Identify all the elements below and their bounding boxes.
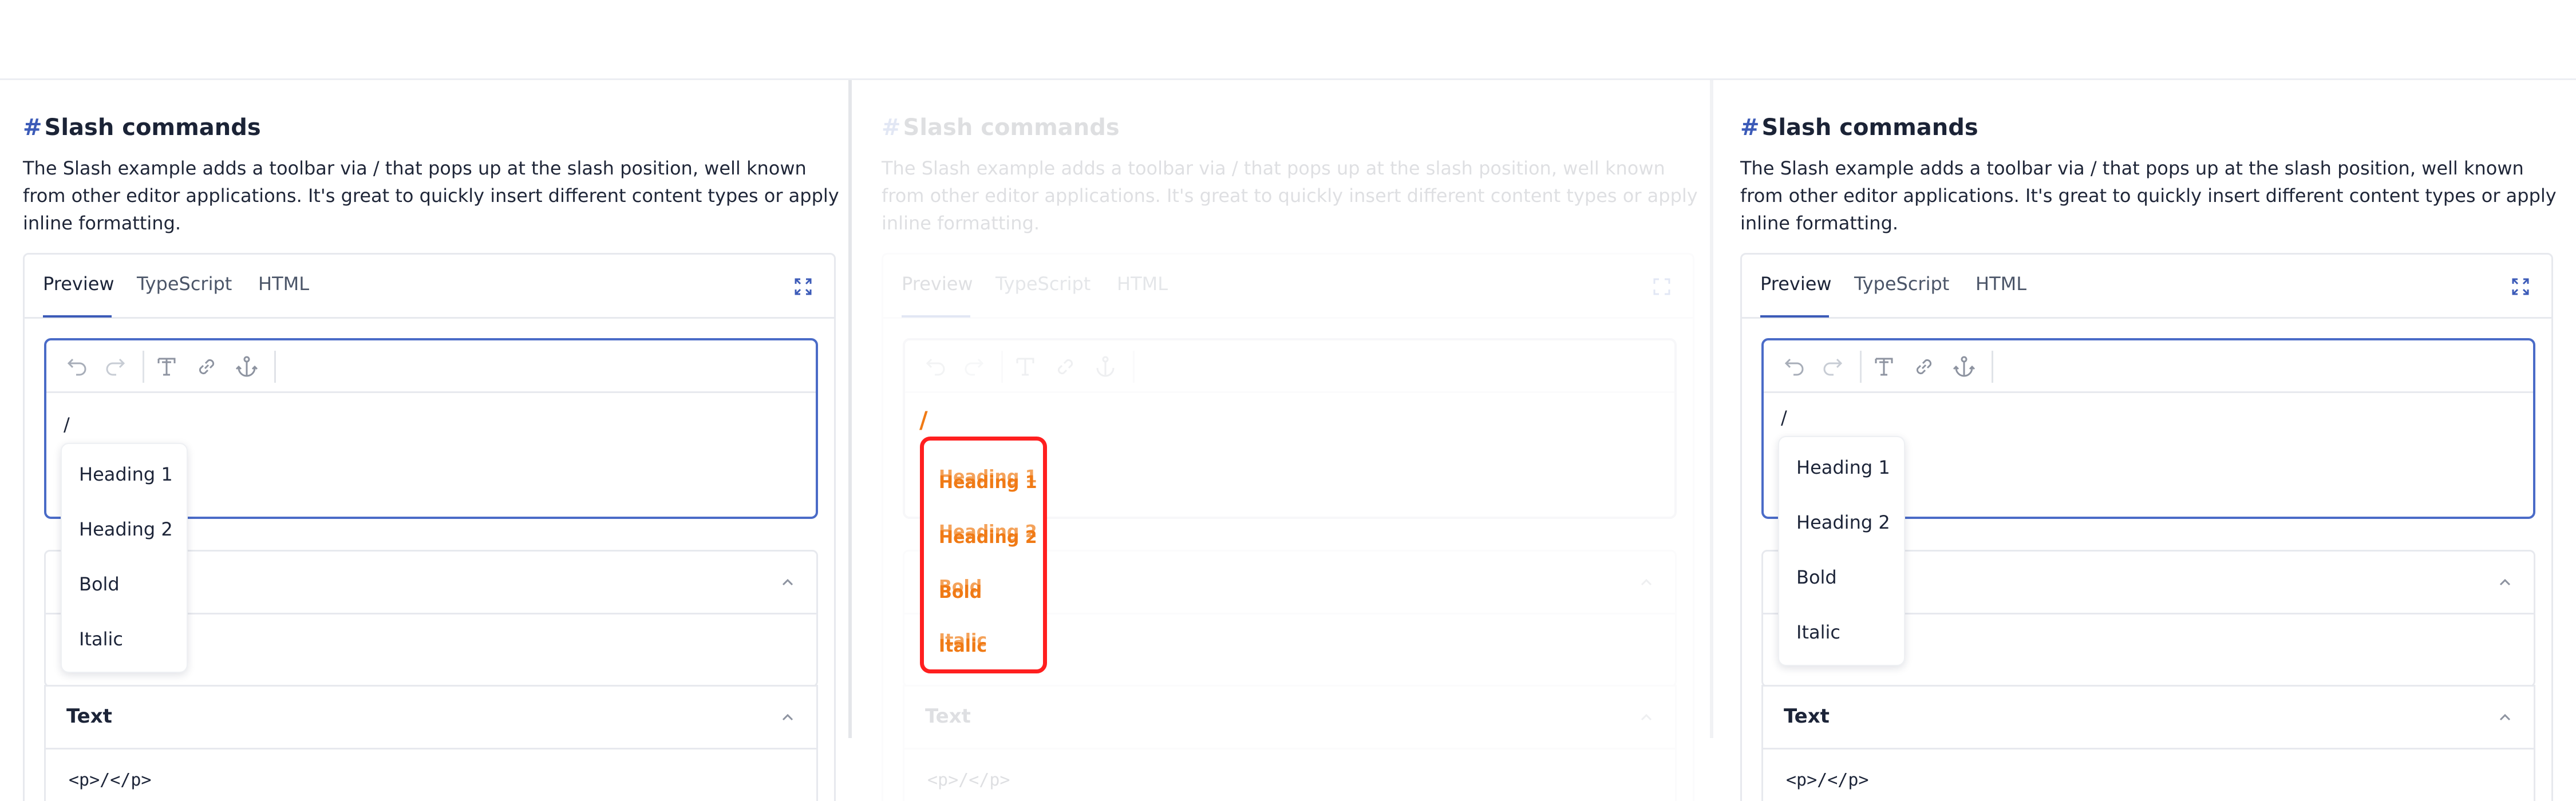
editor-content[interactable]: / xyxy=(64,414,70,435)
menu-item-heading-1[interactable]: Heading 1 xyxy=(1796,457,1890,478)
text-format-icon[interactable] xyxy=(1870,353,1898,380)
toolbar-separator xyxy=(1992,351,1993,383)
redo-icon[interactable] xyxy=(961,353,989,380)
tab-typescript[interactable]: TypeScript xyxy=(1854,273,1949,295)
text-section: Text <p>/</p> xyxy=(1761,685,2535,801)
expand-icon[interactable] xyxy=(1653,277,1671,296)
tab-bar: Preview TypeScript HTML xyxy=(25,255,834,319)
toolbar-separator xyxy=(1133,351,1135,383)
tab-html[interactable]: HTML xyxy=(1976,273,2026,295)
heading-text: Slash commands xyxy=(44,114,261,141)
diff-menu-item-heading-1: Heading 1 xyxy=(939,473,1037,493)
editor-toolbar xyxy=(46,340,816,393)
heading-hash: # xyxy=(1740,114,1760,141)
panel-left: # Slash commands The Slash example adds a… xyxy=(0,80,859,801)
menu-item-heading-1[interactable]: Heading 1 xyxy=(79,463,173,485)
menu-item-bold[interactable]: Bold xyxy=(79,573,120,595)
menu-item-heading-2[interactable]: Heading 2 xyxy=(1796,511,1890,533)
anchor-icon[interactable] xyxy=(1950,353,1978,380)
tab-typescript[interactable]: TypeScript xyxy=(995,273,1091,295)
slash-command-menu: Heading 1 Heading 2 Bold Italic xyxy=(1778,436,1905,666)
page-description: The Slash example adds a toolbar via / t… xyxy=(1740,157,2557,234)
text-section-header[interactable]: Text xyxy=(46,687,816,750)
tab-preview[interactable]: Preview xyxy=(1760,273,1832,295)
page-description: The Slash example adds a toolbar via / t… xyxy=(23,157,839,234)
undo-icon[interactable] xyxy=(1780,353,1807,380)
text-format-icon[interactable] xyxy=(153,353,180,380)
expand-icon[interactable] xyxy=(794,277,812,296)
text-output-code: <p>/</p> xyxy=(1786,770,1869,790)
toolbar-separator xyxy=(1860,351,1862,383)
top-bar xyxy=(0,0,2576,80)
menu-item-heading-2[interactable]: Heading 2 xyxy=(79,518,173,540)
chevron-up-icon[interactable] xyxy=(2497,574,2513,590)
editor-content[interactable]: / xyxy=(1781,407,1787,429)
chevron-up-icon[interactable] xyxy=(780,574,796,590)
undo-icon[interactable] xyxy=(921,353,949,380)
chevron-up-icon[interactable] xyxy=(1638,709,1654,725)
active-tab-indicator xyxy=(43,315,112,318)
text-section: Text <p>/</p> xyxy=(44,685,818,801)
chevron-up-icon[interactable] xyxy=(780,709,796,725)
text-output-code: <p>/</p> xyxy=(69,770,152,790)
tab-bar: Preview TypeScript HTML xyxy=(883,255,1693,319)
tab-preview[interactable]: Preview xyxy=(43,273,114,295)
text-section-header[interactable]: Text xyxy=(1763,687,2534,750)
text-section: Text <p>/</p> xyxy=(903,685,1677,801)
editor-toolbar xyxy=(905,340,1674,393)
redo-icon[interactable] xyxy=(1820,353,1847,380)
link-icon[interactable] xyxy=(193,353,220,380)
chevron-up-icon[interactable] xyxy=(2497,709,2513,725)
diff-menu-highlight: Heading 1 Heading 2 Bold Italic xyxy=(920,437,1047,673)
editor-toolbar xyxy=(1764,340,2533,393)
active-tab-indicator xyxy=(902,315,970,318)
heading-text: Slash commands xyxy=(1761,114,1978,141)
expand-icon[interactable] xyxy=(2511,277,2530,296)
page-description: The Slash example adds a toolbar via / t… xyxy=(882,157,1698,234)
page-title: # Slash commands xyxy=(1740,114,1978,141)
tab-bar: Preview TypeScript HTML xyxy=(1742,255,2551,319)
toolbar-separator xyxy=(1001,351,1003,383)
link-icon[interactable] xyxy=(1910,353,1938,380)
tab-preview[interactable]: Preview xyxy=(902,273,973,295)
text-format-icon[interactable] xyxy=(1012,353,1039,380)
diff-menu-item-bold: Bold xyxy=(939,582,982,602)
page-title: # Slash commands xyxy=(23,114,261,141)
text-section-header[interactable]: Text xyxy=(904,687,1675,750)
text-section-title: Text xyxy=(1784,705,1830,728)
diff-slash-marker: / xyxy=(919,407,928,434)
active-tab-indicator xyxy=(1760,315,1829,318)
diff-menu-item-italic: Italic xyxy=(939,636,987,656)
page-title: # Slash commands xyxy=(882,114,1120,141)
heading-text: Slash commands xyxy=(903,114,1120,141)
chevron-up-icon[interactable] xyxy=(1638,574,1654,590)
anchor-icon[interactable] xyxy=(1092,353,1119,380)
tab-html[interactable]: HTML xyxy=(1117,273,1168,295)
menu-item-bold[interactable]: Bold xyxy=(1796,566,1837,588)
diff-menu-item-heading-2: Heading 2 xyxy=(939,528,1037,548)
menu-item-italic[interactable]: Italic xyxy=(1796,621,1840,643)
link-icon[interactable] xyxy=(1052,353,1079,380)
redo-icon[interactable] xyxy=(102,353,130,380)
slash-command-menu: Heading 1 Heading 2 Bold Italic xyxy=(61,443,188,673)
toolbar-separator xyxy=(143,351,144,383)
toolbar-separator xyxy=(274,351,276,383)
panel-right: # Slash commands The Slash example adds a… xyxy=(1717,80,2576,801)
anchor-icon[interactable] xyxy=(233,353,260,380)
text-section-title: Text xyxy=(66,705,112,728)
tab-typescript[interactable]: TypeScript xyxy=(137,273,232,295)
heading-hash: # xyxy=(23,114,42,141)
heading-hash: # xyxy=(882,114,901,141)
undo-icon[interactable] xyxy=(62,353,90,380)
text-output-code: <p>/</p> xyxy=(927,770,1010,790)
tab-html[interactable]: HTML xyxy=(258,273,309,295)
text-section-title: Text xyxy=(925,705,971,728)
menu-item-italic[interactable]: Italic xyxy=(79,628,123,650)
